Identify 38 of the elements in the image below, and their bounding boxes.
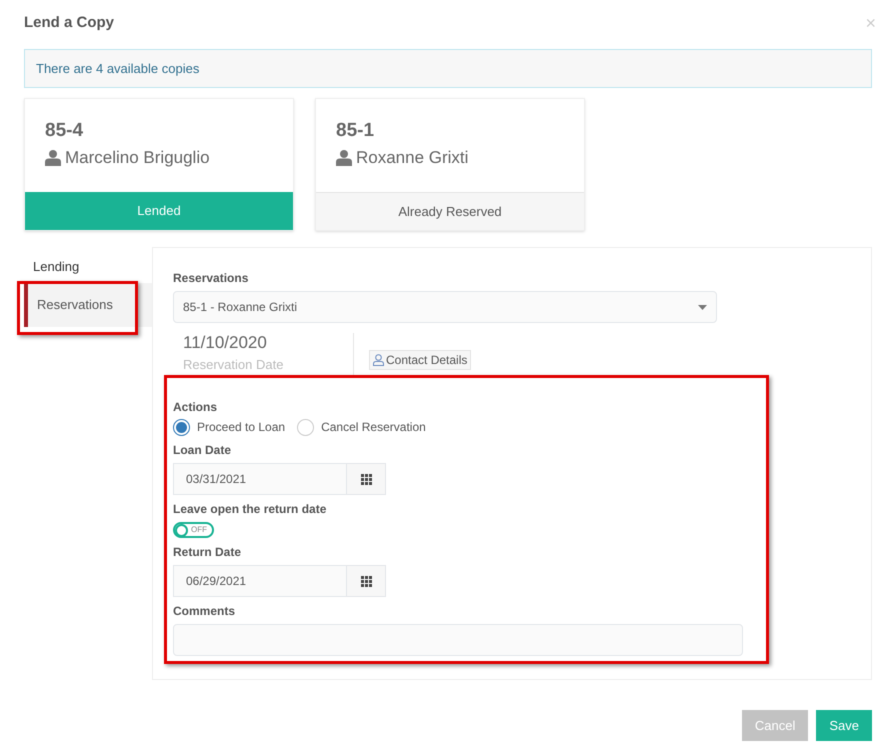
field-label: Loan Date [173,442,232,459]
copy-status: Already Reserved [316,192,584,230]
dialog-title: Lend a Copy [24,12,114,33]
radio-option[interactable]: Cancel Reservation [297,418,426,436]
calendar-icon [360,474,372,484]
contact-details-button[interactable]: Contact Details [369,350,472,370]
side-tab[interactable]: Reservations [24,283,152,327]
person-icon [45,149,61,166]
toggle-switch[interactable]: OFF [173,522,214,538]
copy-status: Lended [25,192,293,230]
calendar-button[interactable] [347,565,386,597]
copy-code: 85-1 [336,119,376,143]
calendar-icon [360,576,372,586]
person-icon [336,149,352,166]
calendar-button[interactable] [347,463,386,495]
reservation-select[interactable]: 85-1 - Roxanne Grixti [173,291,717,323]
field-label: Return Date [173,544,242,561]
side-tab[interactable]: Lending [24,251,152,283]
copy-card[interactable]: 85-4 Marcelino Briguglio Lended [24,98,294,231]
reservation-date: 11/10/2020 [183,333,268,353]
person-icon [373,354,384,366]
field-label: Comments [173,603,236,620]
comments-field[interactable] [173,624,743,656]
caret-icon [698,304,707,310]
field-label: Reservations [173,270,250,287]
copy-card[interactable]: 85-1 Roxanne Grixti Already Reserved [315,98,585,231]
field-label: Actions [173,399,218,416]
date-caption: Reservation Date [183,356,284,374]
borrower-name: Roxanne Grixti [356,147,468,169]
radio-option[interactable]: Proceed to Loan [173,418,286,436]
info-alert: There are 4 available copies [24,49,872,88]
copy-code: 85-4 [45,119,84,143]
radio-button[interactable] [297,418,314,436]
borrower-name: Marcelino Briguglio [65,147,210,169]
date-field[interactable]: 06/29/2021 [173,565,347,597]
radio-button[interactable] [173,418,190,436]
field-label: Leave open the return date [173,501,328,518]
date-field[interactable]: 03/31/2021 [173,463,347,495]
